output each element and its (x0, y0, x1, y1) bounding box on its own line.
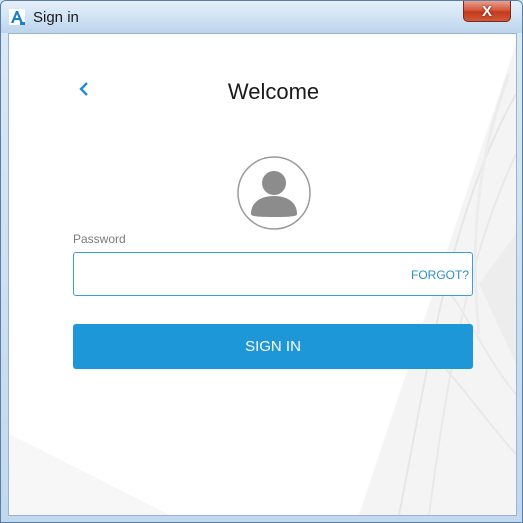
autodesk-a-icon (9, 9, 25, 25)
user-avatar-icon (237, 156, 311, 230)
title-bar[interactable]: Sign in X (1, 1, 522, 33)
page-title: Welcome (227, 79, 320, 104)
window-title: Sign in (33, 9, 79, 26)
sign-in-button[interactable]: SIGN IN (73, 324, 473, 369)
forgot-password-link[interactable]: FORGOT? (399, 268, 469, 282)
sign-in-window: Sign in X Welcome Password FORGOT? SIGN … (0, 0, 523, 523)
password-label: Password (73, 232, 126, 246)
close-button[interactable]: X (463, 1, 511, 22)
sign-in-panel: Welcome Password FORGOT? SIGN IN (8, 33, 517, 516)
close-icon: X (481, 2, 492, 20)
